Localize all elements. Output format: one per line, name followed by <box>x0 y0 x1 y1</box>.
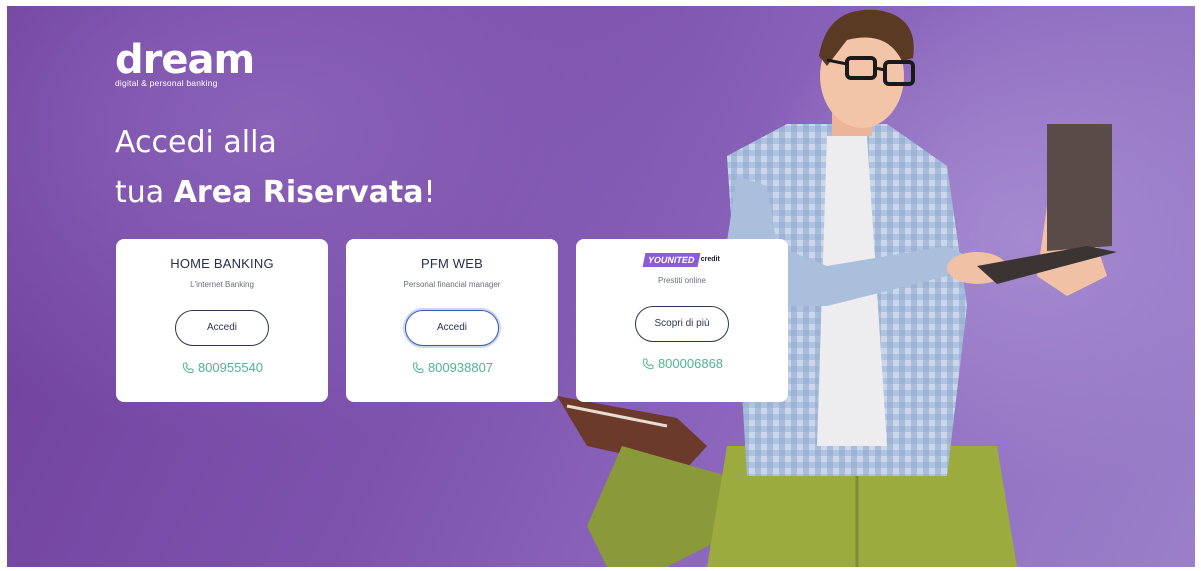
accedi-pfm-web-button[interactable]: Accedi <box>405 310 499 346</box>
scopri-di-piu-button[interactable]: Scopri di più <box>635 306 729 342</box>
card-title: PFM WEB <box>420 256 484 271</box>
page-title: Accedi alla tua Area Riservata! <box>115 118 436 218</box>
younited-credit-logo: YOUNITED credit <box>642 250 720 270</box>
card-phone[interactable]: 800955540 <box>116 360 328 375</box>
phone-icon <box>642 358 654 369</box>
card-title: HOME BANKING <box>170 256 274 271</box>
younited-logo-mark: YOUNITED <box>642 253 701 267</box>
younited-logo-sub: credit <box>700 256 720 263</box>
card-phone[interactable]: 800006868 <box>576 356 788 371</box>
phone-icon <box>182 362 194 373</box>
card-pfm-web: PFM WEB Personal financial manager Acced… <box>346 239 558 402</box>
card-phone[interactable]: 800938807 <box>346 360 558 375</box>
logo-wordmark: dream <box>115 37 255 83</box>
hero-banner: dream digital & personal banking Accedi … <box>7 6 1195 567</box>
card-subtitle: L'internet Banking <box>190 280 254 289</box>
card-younited-credit: YOUNITED credit Prestiti online Scopri d… <box>576 239 788 402</box>
younited-logo-text: credit <box>701 256 720 264</box>
card-subtitle: Personal financial manager <box>403 280 501 289</box>
headline-suffix: ! <box>423 175 436 210</box>
phone-number: 800955540 <box>197 360 264 375</box>
headline-line2: tua Area Riservata! <box>115 168 436 218</box>
phone-number: 800006868 <box>657 356 724 371</box>
card-subtitle: Prestiti online <box>657 276 707 285</box>
headline-bold: Area Riservata <box>173 175 424 210</box>
phone-icon <box>412 362 424 373</box>
phone-number: 800938807 <box>427 360 494 375</box>
dream-logo[interactable]: dream digital & personal banking <box>115 37 255 88</box>
card-home-banking: HOME BANKING L'internet Banking Accedi 8… <box>116 239 328 402</box>
headline-line1: Accedi alla <box>115 125 277 160</box>
headline-prefix: tua <box>115 175 174 210</box>
accedi-home-banking-button[interactable]: Accedi <box>175 310 269 346</box>
